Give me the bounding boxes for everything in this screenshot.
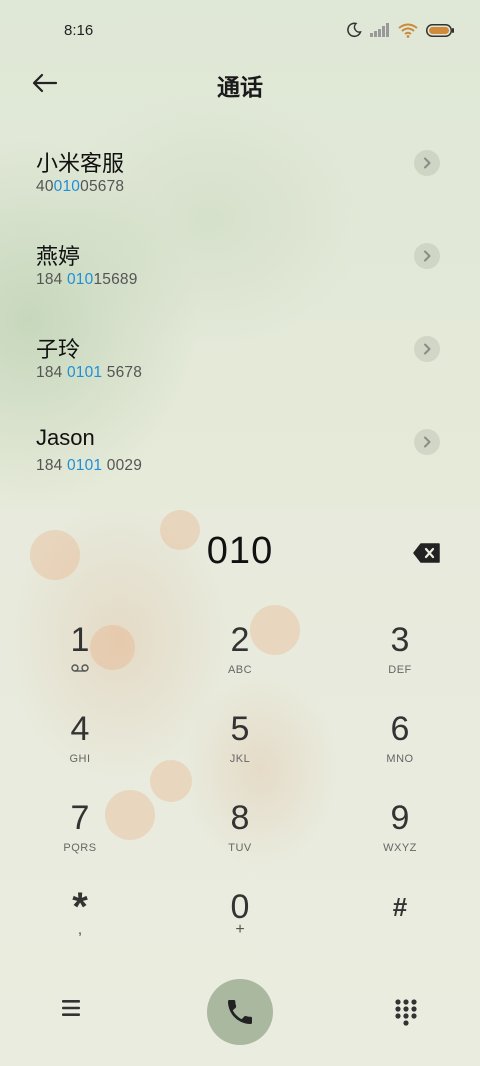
contact-row[interactable]: Jason 184 0101 0029 xyxy=(0,407,480,500)
dialpad-icon xyxy=(395,999,417,1026)
contact-name: 燕婷 xyxy=(36,244,81,269)
signal-icon xyxy=(370,23,389,37)
dial-number-display: 010 xyxy=(206,530,274,572)
contact-row[interactable]: 小米客服 4001005678 xyxy=(0,128,480,221)
chevron-right-icon[interactable] xyxy=(414,429,440,455)
key-8[interactable]: 8 TUV xyxy=(185,790,295,870)
wifi-icon xyxy=(398,23,418,38)
contact-row[interactable]: 燕婷 184 01015689 xyxy=(0,221,480,314)
voicemail-icon xyxy=(71,664,89,672)
chevron-right-icon[interactable] xyxy=(414,336,440,362)
status-icons xyxy=(346,22,454,38)
contact-name: 子玲 xyxy=(36,337,81,362)
key-0[interactable]: 0 + xyxy=(185,879,295,959)
delete-button[interactable] xyxy=(413,542,441,564)
contact-name: Jason xyxy=(36,425,95,450)
phone-icon xyxy=(228,1000,252,1024)
contact-number: 184 01015689 xyxy=(36,271,138,288)
contact-number: 4001005678 xyxy=(36,178,125,195)
contact-row[interactable]: 子玲 184 0101 5678 xyxy=(0,314,480,407)
contact-number: 184 0101 0029 xyxy=(36,457,143,474)
key-3[interactable]: 3 DEF xyxy=(345,612,455,692)
key-4[interactable]: 4 GHI xyxy=(25,701,135,781)
call-button[interactable] xyxy=(207,979,273,1045)
status-bar: 8:16 xyxy=(0,0,480,62)
key-1[interactable]: 1 xyxy=(25,612,135,692)
backspace-icon xyxy=(413,543,440,563)
key-9[interactable]: 9 WXYZ xyxy=(345,790,455,870)
status-time: 8:16 xyxy=(64,22,94,39)
key-5[interactable]: 5 JKL xyxy=(185,701,295,781)
contact-number: 184 0101 5678 xyxy=(36,364,143,381)
menu-button[interactable] xyxy=(60,998,88,1024)
battery-icon xyxy=(426,23,454,37)
key-star[interactable]: * , xyxy=(25,879,135,959)
keypad-toggle-button[interactable] xyxy=(394,998,420,1028)
moon-icon xyxy=(347,22,362,38)
chevron-right-icon[interactable] xyxy=(414,243,440,269)
page-title: 通话 xyxy=(217,74,263,100)
key-6[interactable]: 6 MNO xyxy=(345,701,455,781)
key-2[interactable]: 2 ABC xyxy=(185,612,295,692)
contact-name: 小米客服 xyxy=(36,151,125,176)
menu-icon xyxy=(62,1000,80,1016)
key-7[interactable]: 7 PQRS xyxy=(25,790,135,870)
chevron-right-icon[interactable] xyxy=(414,150,440,176)
key-hash[interactable]: # xyxy=(345,879,455,959)
